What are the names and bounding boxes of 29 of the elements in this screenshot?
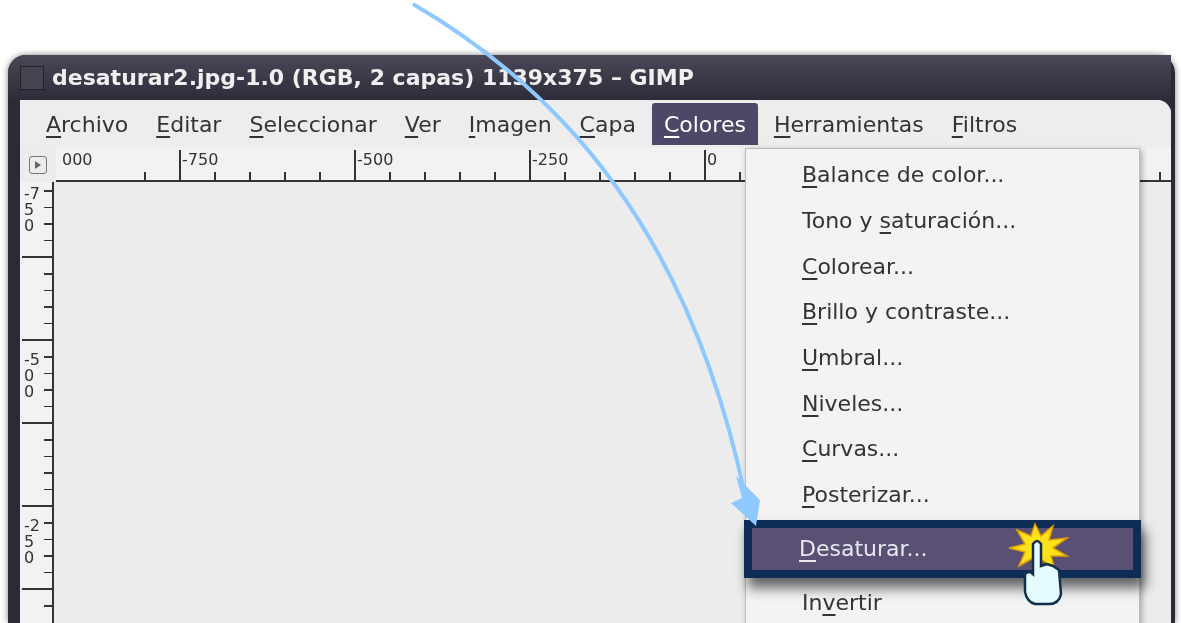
menu-bar-item[interactable]: Colores: [651, 103, 758, 145]
menu-bar-item[interactable]: Editar: [144, 103, 234, 145]
menu-item[interactable]: Invertir: [802, 585, 882, 619]
menu-item[interactable]: Tono y saturación...: [802, 204, 1017, 238]
menu-bar-item[interactable]: Ver: [392, 103, 453, 145]
menu-item[interactable]: Curvas...: [802, 432, 900, 466]
menu-bar-item[interactable]: Archivo: [34, 103, 141, 145]
menu-item[interactable]: Umbral...: [802, 341, 904, 375]
ruler-label: -250: [24, 518, 40, 566]
menu-bar-item[interactable]: Herramientas: [761, 103, 936, 145]
menu-bar-item[interactable]: Imagen: [456, 103, 564, 145]
ruler-label: -750: [182, 152, 219, 168]
highlighted-menu-item[interactable]: Desaturar...: [744, 519, 1141, 578]
menu-item[interactable]: Colorear...: [802, 249, 914, 283]
menu-item[interactable]: Brillo y contraste...: [802, 295, 1011, 329]
ruler-label: 0: [707, 152, 718, 168]
menu-item[interactable]: Balance de color...: [802, 158, 1005, 192]
ruler-label: -500: [24, 352, 40, 400]
menu-bar-item[interactable]: Seleccionar: [237, 103, 389, 145]
menu-item[interactable]: Posterizar...: [802, 478, 930, 512]
ruler-label: -750: [24, 186, 40, 234]
menu-bar-item[interactable]: Filtros: [939, 103, 1030, 145]
triangle-icon: [34, 160, 42, 170]
menu-bar-item[interactable]: Capa: [567, 103, 648, 145]
menu-item[interactable]: Niveles...: [802, 386, 904, 420]
ruler-menu-button[interactable]: [29, 156, 47, 174]
ruler-label: -500: [357, 152, 394, 168]
ruler-label: 000: [62, 152, 93, 168]
ruler-label: -250: [532, 152, 569, 168]
